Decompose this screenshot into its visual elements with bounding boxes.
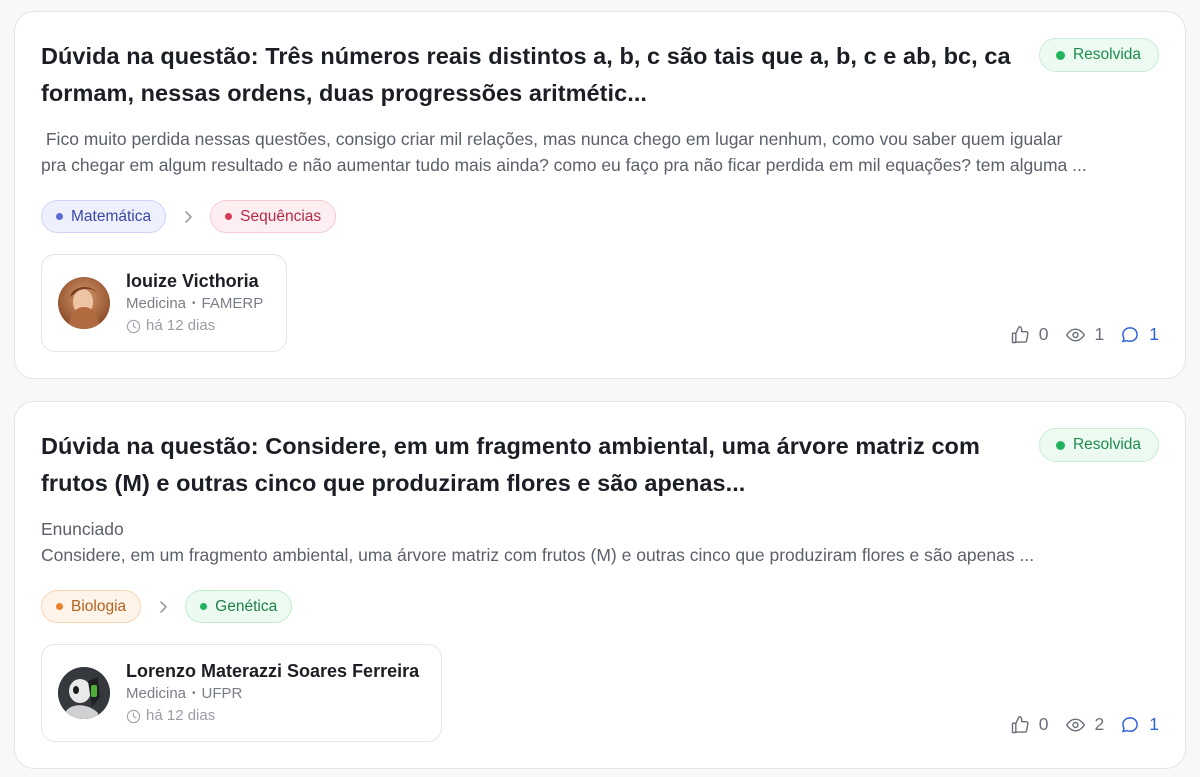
comment-count: 1 [1149,714,1159,734]
tag-subject[interactable]: Matemática [41,200,167,233]
tag-path: Matemática Sequências [41,200,337,233]
tag-dot-icon [225,213,233,220]
like-stat[interactable]: 0 [1010,714,1049,735]
excerpt-line: Considere, em um fragmento ambiental, um… [41,545,1035,565]
question-title-line: Dúvida na questão: Três números reais di… [41,43,1011,69]
view-stat: 1 [1065,324,1105,345]
author-info: Lorenzo Materazzi Soares Ferreira Medici… [126,659,419,727]
author-institution: UFPR [201,685,243,702]
bullet-separator: • [192,298,196,309]
avatar [58,667,110,719]
status-label: Resolvida [1072,436,1141,453]
status-dot-icon [1055,440,1065,450]
author-institution: FAMERP [201,295,264,312]
author-meta: Medicina • FAMERP [126,293,263,315]
post-time: há 12 dias [126,315,263,337]
chevron-right-icon [151,590,175,623]
view-stat: 2 [1065,714,1105,735]
question-excerpt: Fico muito perdida nessas questões, cons… [41,126,1166,178]
view-count: 1 [1094,324,1105,344]
tag-label: Biologia [71,597,127,615]
author-card[interactable]: louize Victhoria Medicina • FAMERP há 12… [41,254,287,352]
tag-label: Sequências [240,207,322,225]
thumbs-up-icon[interactable] [1010,325,1030,345]
chevron-right-icon [176,200,200,233]
question-stats: 0 1 1 [1010,324,1159,345]
like-count: 0 [1038,324,1049,344]
tag-dot-icon [200,603,208,610]
view-count: 2 [1094,714,1105,734]
question-title[interactable]: Dúvida na questão: Considere, em um frag… [41,428,1001,502]
tag-subject[interactable]: Biologia [41,590,142,623]
excerpt-line: pra chegar em algum resultado e não aume… [41,155,1087,175]
post-time-label: há 12 dias [146,707,216,724]
question-title-line: formam, nessas ordens, duas progressões … [41,80,647,106]
question-title-line: frutos (M) e outras cinco que produziram… [41,470,746,496]
bullet-separator: • [192,688,196,699]
like-count: 0 [1038,714,1049,734]
question-card[interactable]: Dúvida na questão: Três números reais di… [14,11,1186,379]
tag-label: Genética [215,597,278,615]
comment-count: 1 [1149,324,1159,344]
thumbs-up-icon[interactable] [1010,715,1030,735]
tag-dot-icon [56,603,63,610]
excerpt-line: Fico muito perdida nessas questões, cons… [41,129,1063,149]
status-badge: Resolvida [1038,428,1159,462]
author-info: louize Victhoria Medicina • FAMERP há 12… [126,269,263,337]
tag-topic[interactable]: Genética [185,590,293,623]
tag-path: Biologia Genética [41,590,293,623]
avatar [58,277,110,329]
comment-icon[interactable] [1120,325,1140,345]
status-dot-icon [1055,50,1065,60]
comment-stat[interactable]: 1 [1120,714,1159,735]
status-badge: Resolvida [1038,38,1159,72]
question-excerpt: Enunciado Considere, em um fragmento amb… [41,516,1166,568]
question-title[interactable]: Dúvida na questão: Três números reais di… [41,38,1011,112]
eye-icon [1065,715,1086,735]
comment-icon[interactable] [1120,715,1140,735]
author-course: Medicina [126,685,187,702]
status-label: Resolvida [1072,46,1141,63]
author-course: Medicina [126,295,187,312]
eye-icon [1065,325,1086,345]
author-meta: Medicina • UFPR [126,683,419,705]
post-time: há 12 dias [126,705,419,727]
question-stats: 0 2 1 [1010,714,1159,735]
like-stat[interactable]: 0 [1010,324,1049,345]
tag-topic[interactable]: Sequências [210,200,337,233]
tag-label: Matemática [71,207,152,225]
author-name[interactable]: louize Victhoria [126,269,263,293]
author-card[interactable]: Lorenzo Materazzi Soares Ferreira Medici… [41,644,442,742]
author-name[interactable]: Lorenzo Materazzi Soares Ferreira [126,659,419,683]
question-card[interactable]: Dúvida na questão: Considere, em um frag… [14,401,1186,769]
clock-icon [126,319,141,334]
excerpt-line: Enunciado [41,519,124,539]
post-time-label: há 12 dias [146,317,216,334]
question-title-line: Dúvida na questão: Considere, em um frag… [41,433,980,459]
tag-dot-icon [56,213,63,220]
comment-stat[interactable]: 1 [1120,324,1159,345]
clock-icon [126,709,141,724]
